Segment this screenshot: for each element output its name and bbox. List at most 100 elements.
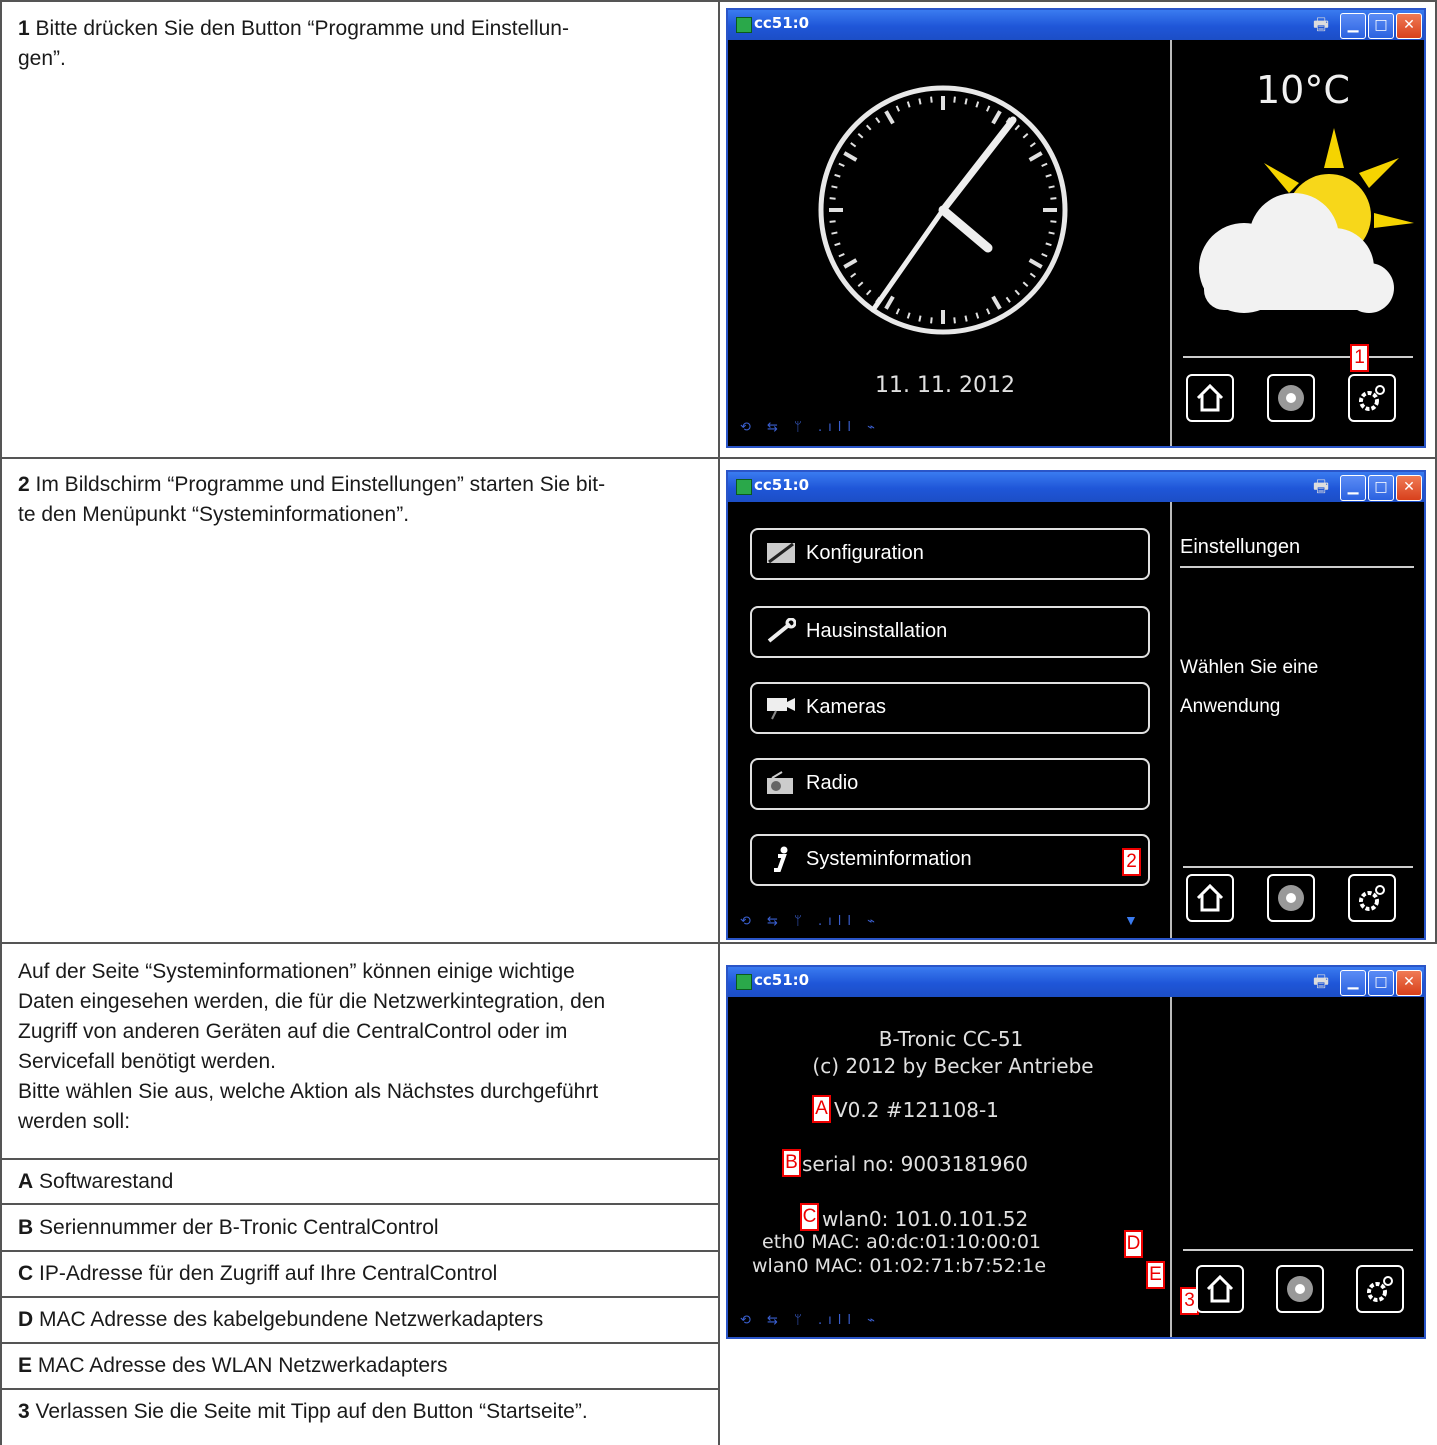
shading-button[interactable] — [1267, 874, 1315, 922]
minimize-button[interactable]: ▁ — [1340, 475, 1366, 501]
app-icon — [736, 17, 752, 33]
menu-item-radio[interactable]: Radio — [750, 758, 1150, 810]
row-divider — [0, 1158, 720, 1160]
menu-item-konfiguration[interactable]: Konfiguration — [750, 528, 1150, 580]
nav-divider — [1183, 1249, 1413, 1251]
window-title: cc51:0 — [754, 14, 810, 32]
option-row: D MAC Adresse des kabelgebundene Netzwer… — [18, 1308, 544, 1331]
clock-tick — [1028, 258, 1043, 269]
nav-divider — [1183, 866, 1413, 868]
maximize-button[interactable]: □ — [1368, 13, 1394, 39]
home-icon — [1206, 1274, 1234, 1303]
scroll-down-icon[interactable]: ▼ — [1124, 912, 1138, 928]
maximize-button[interactable]: □ — [1368, 970, 1394, 996]
wrench-icon — [767, 618, 796, 643]
window-title: cc51:0 — [754, 476, 810, 494]
table-border-left — [0, 0, 2, 1445]
panel-divider — [1170, 502, 1172, 938]
date-display: 11. 11. 2012 — [875, 373, 1015, 398]
maximize-button[interactable]: □ — [1368, 475, 1394, 501]
home-icon — [1196, 383, 1224, 412]
step-number: 1 — [18, 17, 30, 40]
clock-tick — [991, 110, 1002, 125]
clock-tick — [884, 295, 895, 310]
intro-paragraph: Auf der Seite “Systeminformationen” könn… — [18, 960, 606, 1133]
clock-tick — [850, 272, 857, 278]
option-row: 3 Verlassen Sie die Seite mit Tipp auf d… — [18, 1400, 588, 1423]
clock-tick — [986, 308, 991, 315]
row-divider — [0, 1203, 720, 1205]
window-titlebar: cc51:0 🖶 ▁ □ ✕ — [728, 10, 1424, 40]
gear-icon — [1359, 885, 1385, 911]
panel-divider — [1170, 40, 1172, 446]
clock-tick — [953, 96, 956, 103]
fan-icon — [1278, 385, 1304, 411]
home-button[interactable] — [1186, 874, 1234, 922]
print-icon[interactable]: 🖶 — [1310, 477, 1332, 497]
clock-tick — [1045, 173, 1052, 178]
product-name: B-Tronic CC-51 — [878, 1027, 1024, 1051]
clock-tick — [1005, 296, 1011, 303]
menu-item-kameras[interactable]: Kameras — [750, 682, 1150, 734]
print-icon[interactable]: 🖶 — [1310, 972, 1332, 992]
shading-button[interactable] — [1267, 374, 1315, 422]
clock-tick — [843, 151, 858, 162]
clock-tick — [895, 105, 900, 112]
clock-tick — [857, 281, 864, 288]
home-button[interactable] — [1186, 374, 1234, 422]
clock-tick — [906, 312, 911, 319]
status-icons: ⟲ ⇆ ᛘ .ıll ⌁ — [740, 420, 881, 435]
home-button[interactable] — [1196, 1265, 1244, 1313]
clock-tick — [875, 117, 881, 124]
clock-tick — [831, 185, 838, 189]
clock-tick — [857, 132, 864, 139]
clock-tick — [829, 220, 836, 223]
clock-tick — [975, 312, 980, 319]
clock-tick — [838, 253, 845, 258]
weather-partly-cloudy-icon — [1199, 128, 1414, 313]
screenshot-home-screen: cc51:0 🖶 ▁ □ ✕ 11. 11. 2012 ⟲ ⇆ ᛘ .ıll ⌁… — [726, 8, 1426, 448]
gear-icon — [1359, 385, 1385, 411]
option-row: A Softwarestand — [18, 1170, 174, 1193]
clock-tick — [1048, 231, 1055, 235]
shading-button[interactable] — [1276, 1265, 1324, 1313]
panel-text: Anwendung — [1180, 696, 1281, 717]
step-number: 2 — [18, 473, 30, 496]
print-icon[interactable]: 🖶 — [1310, 15, 1332, 35]
row-divider — [0, 1388, 720, 1390]
status-icons: ⟲ ⇆ ᛘ .ıll ⌁ — [740, 914, 881, 929]
panel-title: Einstellungen — [1180, 536, 1301, 558]
menu-item-hausinstallation[interactable]: Hausinstallation — [750, 606, 1150, 658]
menu-item-systeminformation[interactable]: Systeminformation — [750, 834, 1150, 886]
minimize-button[interactable]: ▁ — [1340, 13, 1366, 39]
clock-tick — [834, 173, 841, 178]
settings-button[interactable] — [1348, 874, 1396, 922]
clock-tick — [1014, 124, 1021, 131]
clock-tick — [838, 162, 845, 167]
settings-button[interactable] — [1348, 374, 1396, 422]
clock-tick — [865, 289, 872, 296]
minimize-button[interactable]: ▁ — [1340, 970, 1366, 996]
config-icon — [767, 542, 795, 564]
window-title: cc51:0 — [754, 971, 810, 989]
panel-title-divider — [1180, 566, 1414, 568]
clock-tick — [895, 308, 900, 315]
clock-tick — [1050, 197, 1057, 200]
close-button[interactable]: ✕ — [1396, 970, 1422, 996]
clock-tick — [831, 231, 838, 235]
clock-tick — [1014, 289, 1021, 296]
panel-divider — [1170, 997, 1172, 1337]
clock-tick — [1041, 253, 1048, 258]
callout-marker: B — [782, 1149, 801, 1177]
status-icons: ⟲ ⇆ ᛘ .ıll ⌁ — [740, 1313, 881, 1328]
close-button[interactable]: ✕ — [1396, 13, 1422, 39]
row-divider — [0, 1250, 720, 1252]
clock-tick — [834, 242, 841, 247]
clock-tick — [1050, 220, 1057, 223]
clock-tick — [991, 295, 1002, 310]
wlan-ip-address: wlan0: 101.0.101.52 — [822, 1207, 1029, 1231]
close-button[interactable]: ✕ — [1396, 475, 1422, 501]
settings-button[interactable] — [1356, 1265, 1404, 1313]
callout-marker: 2 — [1122, 848, 1141, 876]
clock-tick — [930, 96, 933, 103]
